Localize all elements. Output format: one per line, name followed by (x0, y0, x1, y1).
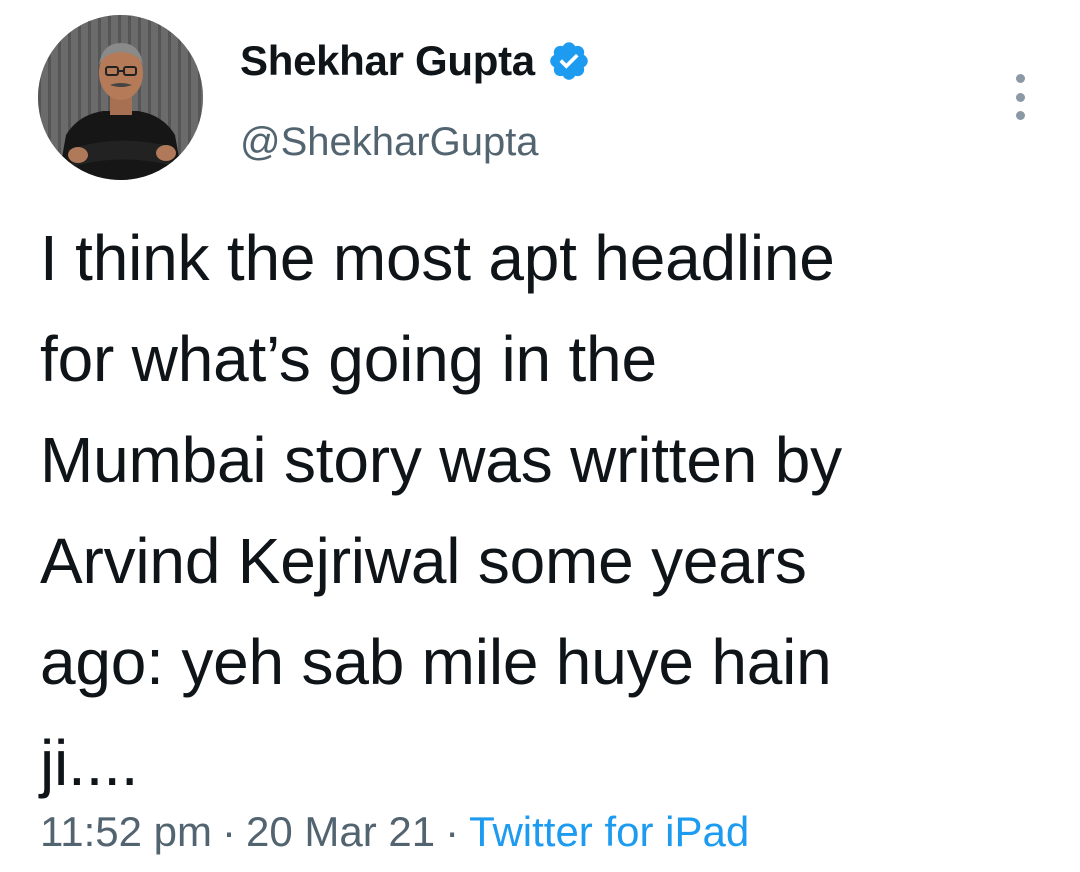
avatar[interactable] (38, 15, 203, 180)
profile-photo-icon (38, 15, 203, 180)
user-handle[interactable]: @ShekharGupta (240, 120, 539, 165)
verified-badge-icon (550, 42, 588, 80)
tweet-source-link[interactable]: Twitter for iPad (469, 808, 749, 855)
more-vertical-icon (1015, 74, 1025, 83)
tweet-metadata: 11:52 pm · 20 Mar 21 · Twitter for iPad (40, 808, 749, 856)
name-row: Shekhar Gupta (240, 36, 591, 86)
tweet-text-line: Mumbai story was written by (40, 424, 842, 496)
tweet-text-line: Arvind Kejriwal some years (40, 525, 807, 597)
tweet-text-line: ago: yeh sab mile huye hain (40, 626, 832, 698)
tweet-text: I think the most apt headline for what’s… (40, 208, 1050, 814)
display-name[interactable]: Shekhar Gupta (240, 37, 535, 85)
tweet-time[interactable]: 11:52 pm (40, 808, 212, 855)
separator: · (445, 808, 460, 855)
tweet-text-line: I think the most apt headline (40, 222, 835, 294)
more-options-button[interactable] (1008, 74, 1032, 120)
tweet-text-line: ji.... (40, 727, 139, 799)
tweet-date[interactable]: 20 Mar 21 (246, 808, 435, 855)
tweet-card: Shekhar Gupta @ShekharGupta I think the … (0, 0, 1080, 872)
tweet-text-line: for what’s going in the (40, 323, 657, 395)
separator: · (222, 808, 236, 855)
